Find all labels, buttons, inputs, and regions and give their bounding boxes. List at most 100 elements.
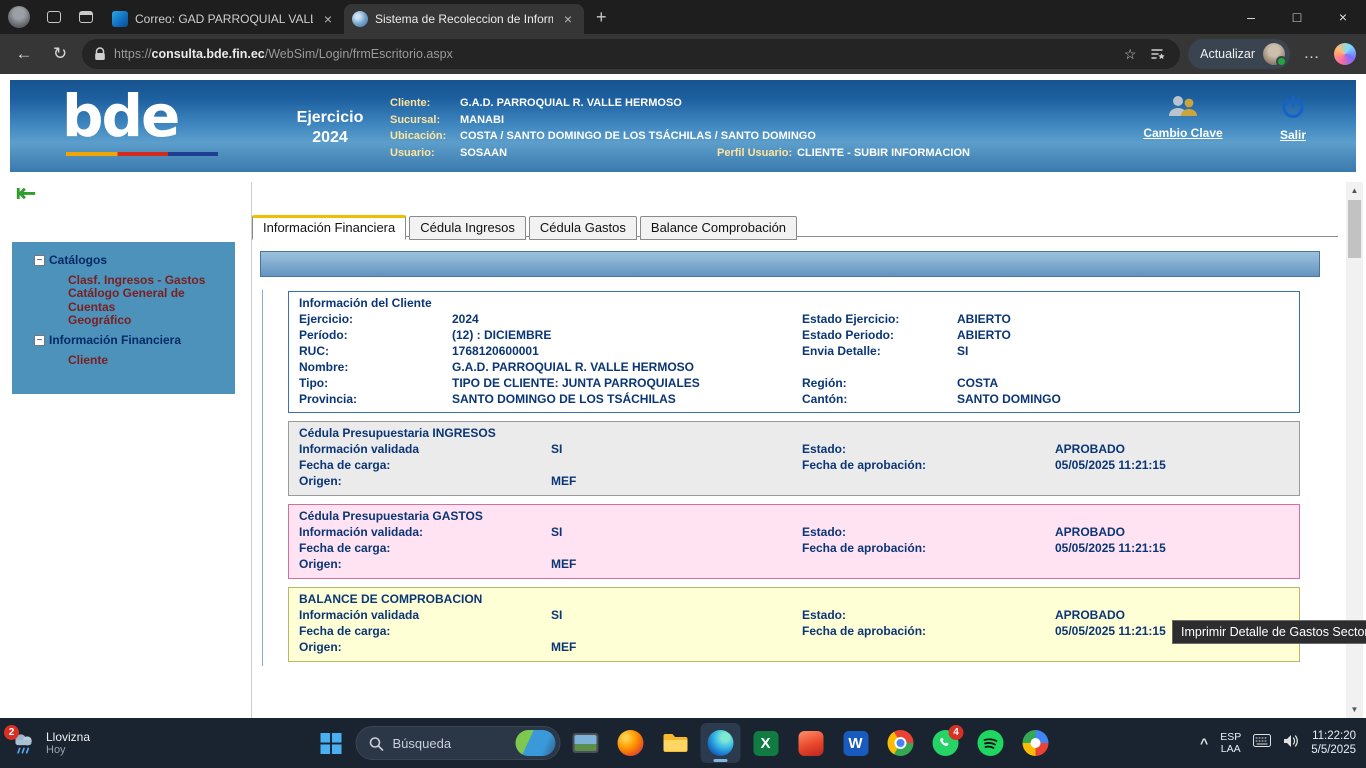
favorites-hub-icon[interactable] <box>1148 47 1168 61</box>
ejercicio-year: 2024 <box>278 128 382 148</box>
scroll-down-icon[interactable]: ▼ <box>1346 701 1363 718</box>
field-value: COSTA / SANTO DOMINGO DE LOS TSÁCHILAS /… <box>460 128 816 145</box>
tab-title: Correo: GAD PARROQUIAL VALLE <box>135 12 313 26</box>
window-minimize-button[interactable]: – <box>1228 0 1274 34</box>
section-title: Cédula Presupuestaria GASTOS <box>299 508 1289 524</box>
new-tab-button[interactable]: + <box>596 7 607 28</box>
taskbar-center: Búsqueda X W 4 <box>311 718 1056 768</box>
spotify-icon[interactable] <box>971 723 1011 763</box>
field-label: Origen: <box>299 473 551 489</box>
tab-informacion-financiera[interactable]: Información Financiera <box>252 215 406 240</box>
windows-logo-icon <box>320 733 341 754</box>
field-label: Cantón: <box>802 391 957 407</box>
refresh-button[interactable]: ↻ <box>46 44 74 64</box>
hidden-icons-chevron[interactable]: ^ <box>1200 735 1208 751</box>
tab-cedula-ingresos[interactable]: Cédula Ingresos <box>409 216 526 240</box>
clock[interactable]: 11:22:20 5/5/2025 <box>1311 729 1356 757</box>
tooltip: Imprimir Detalle de Gastos Sector <box>1172 620 1366 644</box>
field-value: (12) : DICIEMBRE <box>452 327 802 343</box>
field-value: G.A.D. PARROQUIAL R. VALLE HERMOSO <box>452 359 802 375</box>
start-button[interactable] <box>311 723 351 763</box>
volume-icon[interactable] <box>1283 734 1299 753</box>
word-icon[interactable]: W <box>836 723 876 763</box>
tab-close-icon[interactable]: × <box>560 11 576 27</box>
browser-chrome: Correo: GAD PARROQUIAL VALLE × Sistema d… <box>0 0 1366 74</box>
address-bar[interactable]: https://consulta.bde.fin.ec/WebSim/Login… <box>82 39 1180 69</box>
field-label: Estado Periodo: <box>802 327 957 343</box>
search-placeholder: Búsqueda <box>393 736 507 751</box>
session-info: Cliente:G.A.D. PARROQUIAL R. VALLE HERMO… <box>390 95 970 161</box>
field-label: Fecha de aprobación: <box>802 623 1055 639</box>
excel-icon[interactable]: X <box>746 723 786 763</box>
browser-profile-avatar[interactable] <box>8 6 30 28</box>
tab-close-icon[interactable]: × <box>320 11 336 27</box>
browser-tab-mail[interactable]: Correo: GAD PARROQUIAL VALLE × <box>104 4 344 34</box>
snipping-tool-icon[interactable] <box>566 723 606 763</box>
office-icon[interactable] <box>791 723 831 763</box>
tree-item-catalogos[interactable]: − Catálogos <box>16 250 231 270</box>
touch-keyboard-icon[interactable] <box>1253 734 1271 752</box>
taskbar-search[interactable]: Búsqueda <box>356 726 561 760</box>
field-value <box>551 623 802 639</box>
bde-logo[interactable]: bde <box>62 82 178 150</box>
field-label: Ejercicio: <box>299 311 452 327</box>
salir-link[interactable]: Salir <box>1265 94 1321 142</box>
sync-avatar <box>1263 43 1285 65</box>
field-value: APROBADO <box>1055 524 1289 540</box>
cambio-clave-label: Cambio Clave <box>1138 126 1228 140</box>
tab-cedula-gastos[interactable]: Cédula Gastos <box>529 216 637 240</box>
field-value: ABIERTO <box>957 311 1289 327</box>
field-label: Fecha de carga: <box>299 540 551 556</box>
field-label: Fecha de aprobación: <box>802 457 1055 473</box>
google-app-icon[interactable] <box>1016 723 1056 763</box>
scroll-up-icon[interactable]: ▲ <box>1346 182 1363 199</box>
field-label: Cliente: <box>390 95 460 112</box>
file-explorer-icon[interactable] <box>656 723 696 763</box>
field-value: SOSAAN <box>460 145 717 162</box>
settings-menu-icon[interactable]: … <box>1298 45 1326 63</box>
edge-icon[interactable] <box>701 723 741 763</box>
tab-actions-icon[interactable] <box>72 4 100 30</box>
tree-item-informacion-financiera[interactable]: − Información Financiera <box>16 330 231 350</box>
field-value: 05/05/2025 11:21:15 <box>1055 540 1289 556</box>
tab-title: Sistema de Recoleccion de Inform <box>375 12 553 26</box>
section-cedula-ingresos: Cédula Presupuestaria INGRESOS Informaci… <box>288 421 1300 496</box>
tab-balance-comprobacion[interactable]: Balance Comprobación <box>640 216 797 240</box>
window-maximize-button[interactable]: □ <box>1274 0 1320 34</box>
collapse-menu-icon[interactable]: ⇤ <box>16 182 36 206</box>
chrome-icon[interactable] <box>881 723 921 763</box>
field-label: Sucursal: <box>390 112 460 129</box>
field-label <box>802 359 957 375</box>
field-value: SI <box>551 441 802 457</box>
copilot-icon[interactable] <box>1334 43 1356 65</box>
bookmark-star-icon[interactable]: ☆ <box>1120 46 1140 63</box>
browser-tab-sistema[interactable]: Sistema de Recoleccion de Inform × <box>344 4 584 34</box>
section-balance-comprobacion: BALANCE DE COMPROBACION Información vali… <box>288 587 1300 662</box>
whatsapp-icon[interactable]: 4 <box>926 723 966 763</box>
back-button[interactable]: ← <box>10 44 38 64</box>
tree-item-catalogo-general-cuentas[interactable]: Catálogo General de Cuentas <box>16 290 231 310</box>
collapse-node-icon[interactable]: − <box>34 255 45 266</box>
field-label: Origen: <box>299 639 551 655</box>
field-value: COSTA <box>957 375 1289 391</box>
content-tabs: Información Financiera Cédula Ingresos C… <box>252 215 797 240</box>
firefox-icon[interactable] <box>611 723 651 763</box>
field-label: Información validada <box>299 607 551 623</box>
weather-widget[interactable]: 2 Llovizna Hoy <box>10 718 90 768</box>
field-value <box>551 457 802 473</box>
workspaces-icon[interactable] <box>40 4 68 30</box>
collapse-node-icon[interactable]: − <box>34 335 45 346</box>
section-title: Cédula Presupuestaria INGRESOS <box>299 425 1289 441</box>
language-indicator[interactable]: ESP LAA <box>1220 731 1241 755</box>
field-value <box>1055 556 1289 572</box>
sync-profile-label: Actualizar <box>1200 47 1255 61</box>
window-close-button[interactable]: × <box>1320 0 1366 34</box>
field-value: G.A.D. PARROQUIAL R. VALLE HERMOSO <box>460 95 682 112</box>
sync-profile-button[interactable]: Actualizar <box>1188 39 1290 69</box>
cambio-clave-link[interactable]: Cambio Clave <box>1138 94 1228 140</box>
search-highlight-image[interactable] <box>516 730 556 756</box>
scrollbar-thumb[interactable] <box>1348 200 1361 258</box>
field-value: ABIERTO <box>957 327 1289 343</box>
tree-item-cliente[interactable]: Cliente <box>16 350 231 370</box>
field-label: Fecha de carga: <box>299 457 551 473</box>
